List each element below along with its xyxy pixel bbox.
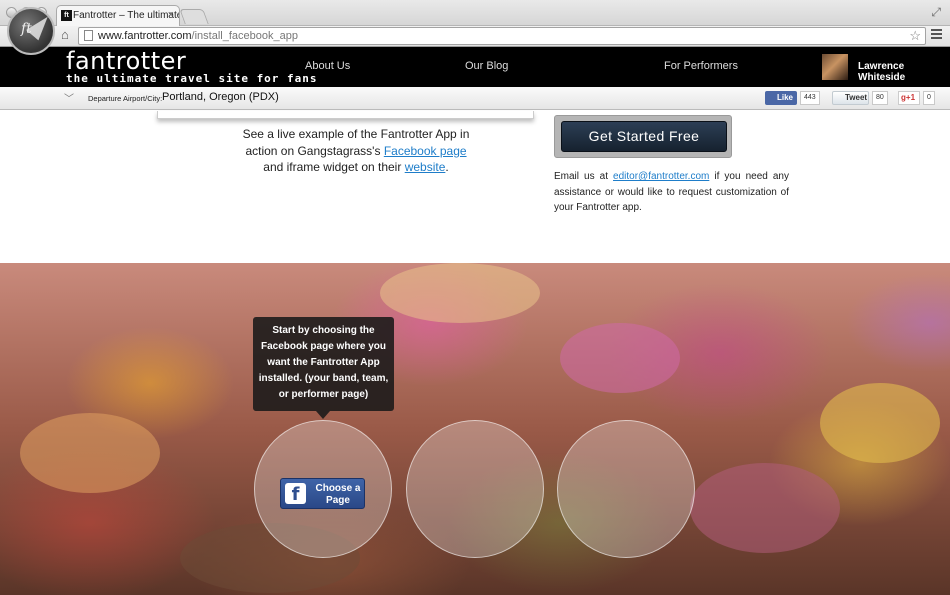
preview-card — [157, 111, 534, 119]
browser-tab[interactable]: ft Fantrotter – The ultimate t × — [56, 5, 180, 26]
fullscreen-icon[interactable]: ⤢ — [931, 5, 941, 20]
tweet-count: 80 — [872, 91, 888, 105]
hero-texture — [560, 323, 680, 393]
facebook-page-link[interactable]: Facebook page — [384, 144, 467, 158]
departure-bar: ﹀ Departure Airport/City: Portland, Oreg… — [0, 87, 950, 110]
facebook-like-button[interactable]: Like — [765, 91, 797, 105]
user-name[interactable]: Lawrence Whiteside — [858, 61, 950, 83]
nav-about-us[interactable]: About Us — [305, 60, 350, 72]
avatar[interactable] — [822, 54, 848, 80]
logo-monogram: ft — [21, 21, 32, 37]
email-text-part: Email us at — [554, 171, 614, 182]
hero-texture — [690, 463, 840, 553]
address-bar[interactable]: www.fantrotter.com/install_facebook_app … — [78, 27, 926, 45]
live-text-part: and iframe widget on their — [263, 160, 405, 174]
departure-city-value[interactable]: Portland, Oregon (PDX) — [162, 91, 279, 103]
website-link[interactable]: website — [405, 160, 446, 174]
tab-title: Fantrotter – The ultimate t — [73, 10, 180, 21]
install-content: See a live example of the Fantrotter App… — [0, 111, 950, 263]
like-count: 443 — [800, 91, 820, 105]
live-example-text: See a live example of the Fantrotter App… — [234, 126, 478, 176]
browser-toolbar: ← → ↻ ⌂ www.fantrotter.com/install_faceb… — [0, 26, 950, 47]
tab-close-icon[interactable]: × — [168, 9, 174, 21]
departure-label: Departure Airport/City: — [88, 94, 163, 103]
tweet-button[interactable]: Tweet — [832, 91, 869, 105]
bookmark-star-icon[interactable]: ☆ — [909, 28, 921, 44]
url-domain: www.fantrotter.com — [98, 30, 192, 42]
email-help-text: Email us at editor@fantrotter.com if you… — [554, 169, 789, 216]
fantrotter-logo[interactable]: ft — [7, 7, 55, 55]
step-circle-3[interactable] — [557, 420, 695, 558]
live-text-part: . — [445, 160, 449, 174]
hero-texture — [820, 383, 940, 463]
nav-our-blog[interactable]: Our Blog — [465, 60, 508, 72]
tooltip-pointer — [316, 411, 330, 419]
home-icon[interactable]: ⌂ — [61, 27, 69, 42]
choose-page-button[interactable]: f Choose a Page — [280, 478, 365, 509]
nav-for-performers[interactable]: For Performers — [664, 60, 738, 72]
facebook-icon: f — [285, 483, 306, 505]
browser-tab-strip: ft Fantrotter – The ultimate t × ⤢ — [0, 0, 950, 26]
site-header: fantrotter the ultimate travel site for … — [0, 47, 950, 87]
step-circle-2[interactable] — [406, 420, 544, 558]
new-tab-button[interactable] — [179, 9, 209, 24]
google-plus-button[interactable]: g+1 — [898, 91, 920, 105]
brand-name[interactable]: fantrotter — [66, 47, 186, 75]
hero-texture — [20, 413, 160, 493]
page-icon — [84, 30, 93, 41]
hero-texture — [380, 263, 540, 323]
tweet-label: Tweet — [845, 93, 868, 102]
brand-tagline: the ultimate travel site for fans — [66, 72, 318, 85]
facebook-like-label: Like — [777, 93, 794, 102]
choose-page-label: Choose a Page — [315, 483, 361, 506]
email-link[interactable]: editor@fantrotter.com — [613, 171, 709, 182]
cta-frame: Get Started Free — [554, 115, 732, 158]
url-path: /install_facebook_app — [191, 30, 298, 42]
crowd-hero-image: Start by choosing the Facebook page wher… — [0, 263, 950, 595]
step-tooltip: Start by choosing the Facebook page wher… — [253, 317, 394, 411]
browser-menu-icon[interactable] — [931, 29, 942, 41]
chevron-down-icon[interactable]: ﹀ — [64, 90, 74, 105]
favicon-icon: ft — [61, 10, 72, 21]
get-started-button[interactable]: Get Started Free — [561, 121, 727, 152]
gplus-count: 0 — [923, 91, 935, 105]
gplus-label: +1 — [905, 93, 916, 102]
